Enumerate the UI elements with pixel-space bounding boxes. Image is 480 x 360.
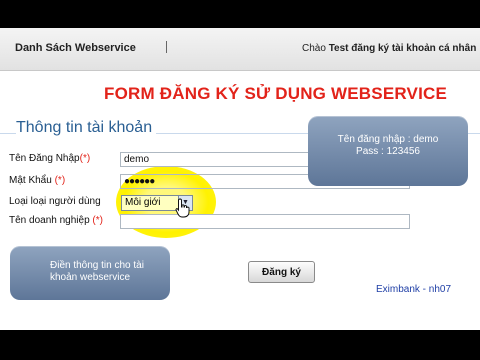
nav-divider [166, 41, 167, 53]
instruction-text: Điền thông tin cho tài khoản webservice [50, 260, 144, 283]
greeting-user: Test đăng ký tài khoản cá nhân [328, 43, 477, 54]
company-input[interactable] [120, 214, 410, 229]
instruction-callout: Điền thông tin cho tài khoản webservice [10, 246, 170, 300]
login-hint-callout: Tên đăng nhập : demo Pass : 123456 [308, 116, 468, 186]
login-hint-line-1: Tên đăng nhập : demo [337, 134, 439, 145]
footer-credit: Eximbank - nh07 [376, 284, 452, 295]
user-type-value: Môi giới [125, 197, 161, 208]
username-label: Tên Đăng Nhập(*) [9, 153, 91, 164]
password-label: Mật Khẩu (*) [9, 175, 66, 186]
register-button[interactable]: Đăng ký [248, 261, 315, 283]
nav-webservice-list-link[interactable]: Danh Sách Webservice [15, 42, 136, 54]
company-label: Tên doanh nghiệp (*) [9, 215, 103, 226]
app-screen: Danh Sách Webservice Chào Test đăng ký t… [0, 28, 480, 330]
greeting-prefix: Chào [302, 43, 326, 54]
user-greeting: Chào Test đăng ký tài khoản cá nhân [302, 43, 476, 54]
form-title: FORM ĐĂNG KÝ SỬ DỤNG WEBSERVICE [104, 84, 448, 103]
section-title: Thông tin tài khoản [16, 119, 157, 137]
login-hint-line-2: Pass : 123456 [356, 146, 420, 157]
user-type-label: Loại loại người dùng [9, 196, 101, 207]
top-navigation-bar: Danh Sách Webservice Chào Test đăng ký t… [0, 28, 480, 71]
hand-cursor-icon [175, 198, 190, 218]
